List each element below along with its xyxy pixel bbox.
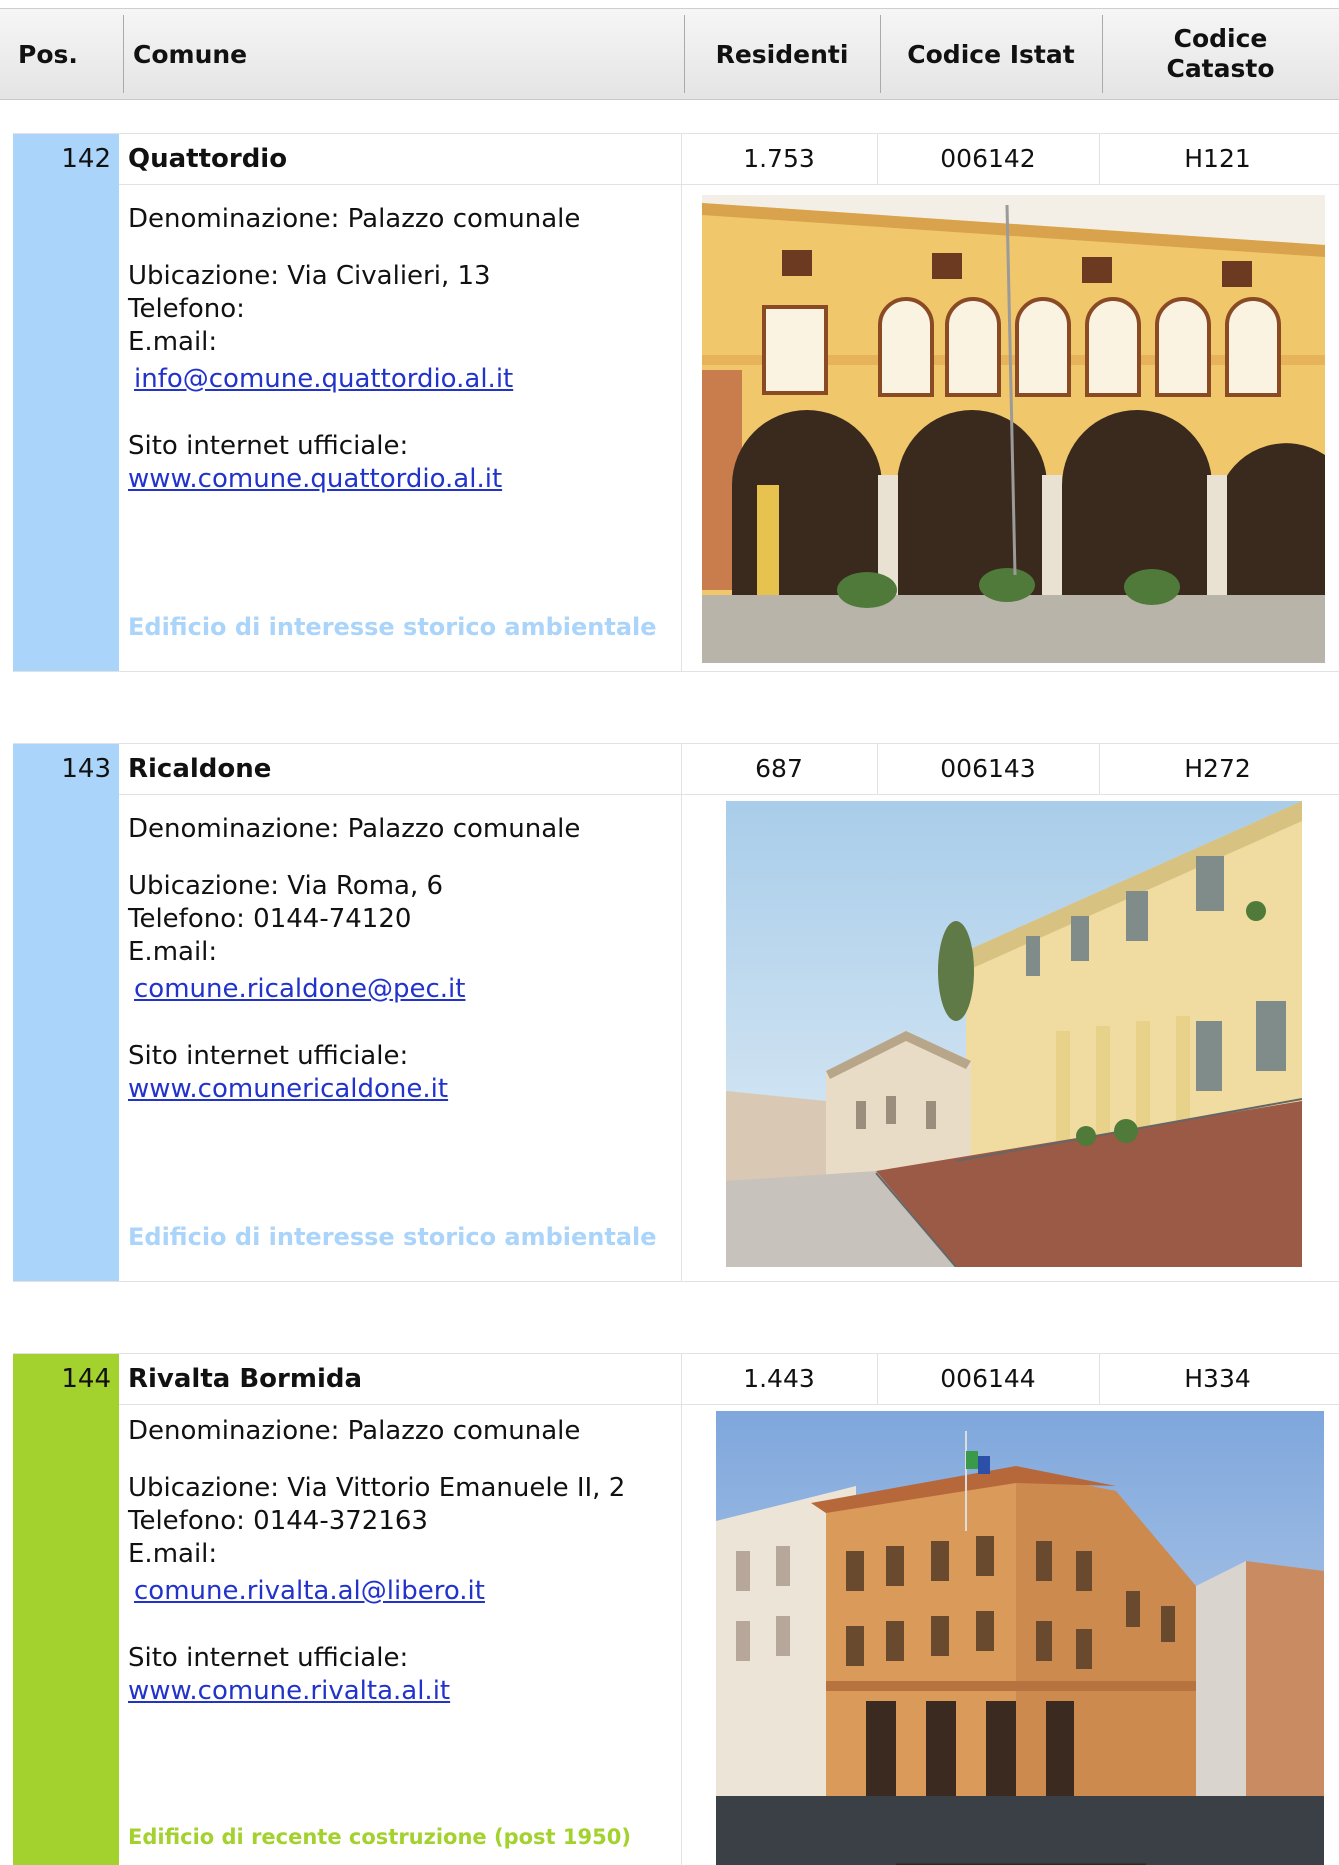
email-link[interactable]: info@comune.quattordio.al.it xyxy=(134,364,513,394)
record-detail: Denominazione: Palazzo comunale Ubicazio… xyxy=(13,183,1339,671)
building-photo xyxy=(726,801,1302,1267)
record-summary-row: 142 Quattordio 1.753 006142 H121 xyxy=(13,133,1339,185)
header-codice-catasto-line2: Catasto xyxy=(1166,54,1275,83)
email-link[interactable]: comune.ricaldone@pec.it xyxy=(134,974,465,1004)
email-label: E.mail: xyxy=(128,327,218,357)
record-info: Denominazione: Palazzo comunale Ubicazio… xyxy=(128,203,688,496)
building-photo xyxy=(716,1411,1324,1865)
sito-label: Sito internet ufficiale: xyxy=(128,1643,409,1673)
building-status: Edificio di interesse storico ambientale xyxy=(128,613,657,641)
record-summary-row: 143 Ricaldone 687 006143 H272 xyxy=(13,743,1339,795)
record-detail: Denominazione: Palazzo comunale Ubicazio… xyxy=(13,793,1339,1281)
telefono: Telefono: xyxy=(128,294,245,324)
record-residenti: 687 xyxy=(755,754,803,783)
ubicazione: Ubicazione: Via Vittorio Emanuele II, 2 xyxy=(128,1473,626,1503)
record-codice-istat: 006143 xyxy=(940,754,1036,783)
building-status: Edificio di interesse storico ambientale xyxy=(128,1223,657,1251)
header-comune: Comune xyxy=(133,39,248,69)
header-divider xyxy=(123,15,124,93)
email-label: E.mail: xyxy=(128,937,218,967)
record-codice-catasto: H334 xyxy=(1184,1364,1251,1393)
email-link[interactable]: comune.rivalta.al@libero.it xyxy=(134,1576,485,1606)
detail-divider xyxy=(681,1403,682,1865)
website-link[interactable]: www.comune.rivalta.al.it xyxy=(128,1676,450,1706)
category-stripe xyxy=(13,793,119,1281)
sito-label: Sito internet ufficiale: xyxy=(128,431,409,461)
denominazione: Denominazione: Palazzo comunale xyxy=(128,814,581,844)
header-codice-catasto-line1: Codice xyxy=(1173,24,1268,53)
record-info: Denominazione: Palazzo comunale Ubicazio… xyxy=(128,1415,688,1708)
record-codice-istat: 006142 xyxy=(940,144,1036,173)
record-position: 142 xyxy=(13,134,119,184)
denominazione: Denominazione: Palazzo comunale xyxy=(128,1416,581,1446)
record-position: 144 xyxy=(13,1354,119,1404)
telefono: Telefono: 0144-74120 xyxy=(128,904,412,934)
record-residenti: 1.443 xyxy=(743,1364,815,1393)
email-label: E.mail: xyxy=(128,1539,218,1569)
detail-divider xyxy=(681,793,682,1281)
building-photo xyxy=(702,195,1325,663)
table-header: Pos. Comune Residenti Codice Istat Codic… xyxy=(0,8,1339,100)
header-pos: Pos. xyxy=(18,39,78,69)
record-name: Quattordio xyxy=(128,144,288,174)
telefono: Telefono: 0144-372163 xyxy=(128,1506,428,1536)
record-residenti: 1.753 xyxy=(743,144,815,173)
category-stripe xyxy=(13,1403,119,1865)
record-name: Rivalta Bormida xyxy=(128,1364,363,1394)
record-codice-catasto: H121 xyxy=(1184,144,1251,173)
record-codice-istat: 006144 xyxy=(940,1364,1036,1393)
sito-label: Sito internet ufficiale: xyxy=(128,1041,409,1071)
header-residenti: Residenti xyxy=(715,39,849,69)
ubicazione: Ubicazione: Via Civalieri, 13 xyxy=(128,261,491,291)
header-codice-catasto: Codice Catasto xyxy=(1102,9,1339,99)
record-name: Ricaldone xyxy=(128,754,272,784)
record-info: Denominazione: Palazzo comunale Ubicazio… xyxy=(128,813,688,1106)
record-summary-row: 144 Rivalta Bormida 1.443 006144 H334 xyxy=(13,1353,1339,1405)
denominazione: Denominazione: Palazzo comunale xyxy=(128,204,581,234)
record-bottom-border xyxy=(13,1281,1339,1282)
record-position: 143 xyxy=(13,744,119,794)
website-link[interactable]: www.comune.quattordio.al.it xyxy=(128,464,502,494)
category-stripe xyxy=(13,183,119,671)
ubicazione: Ubicazione: Via Roma, 6 xyxy=(128,871,444,901)
detail-divider xyxy=(681,183,682,671)
record-bottom-border xyxy=(13,671,1339,672)
record-codice-catasto: H272 xyxy=(1184,754,1251,783)
website-link[interactable]: www.comunericaldone.it xyxy=(128,1074,448,1104)
building-status: Edificio di recente costruzione (post 19… xyxy=(128,1825,631,1849)
record-detail: Denominazione: Palazzo comunale Ubicazio… xyxy=(13,1403,1339,1865)
header-codice-istat: Codice Istat xyxy=(907,39,1075,69)
